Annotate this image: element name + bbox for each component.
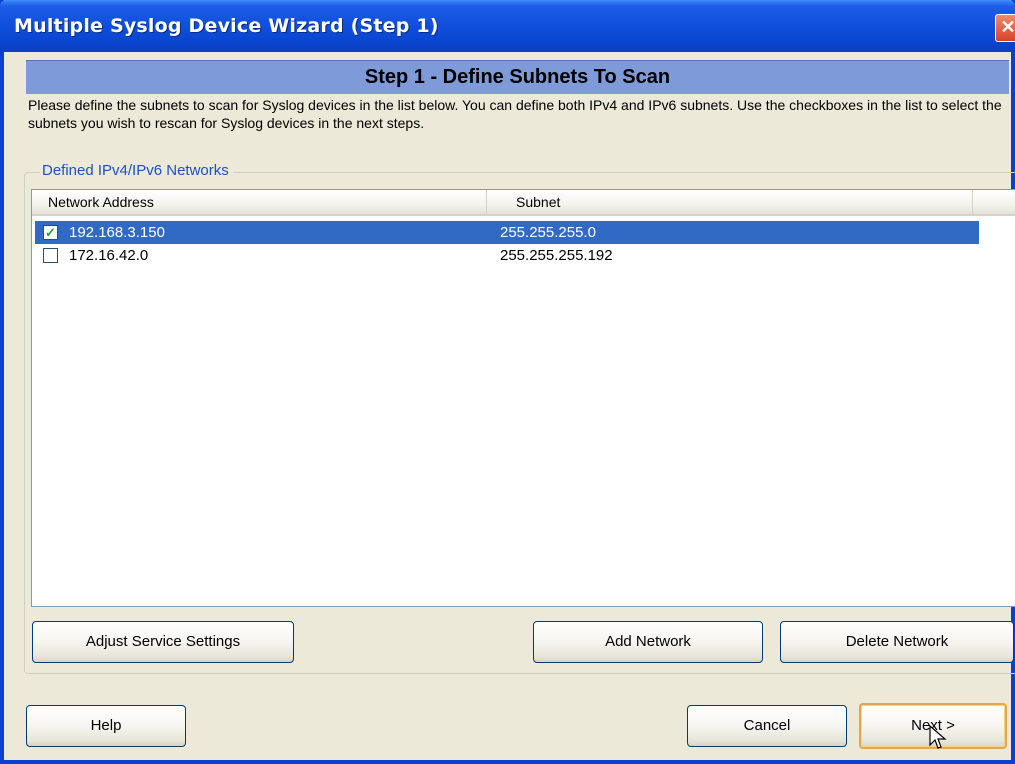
row-checkbox[interactable] — [43, 248, 58, 263]
column-header-subnet[interactable]: Subnet — [487, 190, 973, 214]
column-header-network-address[interactable]: Network Address — [32, 190, 487, 214]
list-header: Network Address Subnet — [32, 190, 1015, 216]
cancel-button[interactable]: Cancel — [687, 705, 847, 747]
title-bar[interactable]: Multiple Syslog Device Wizard (Step 1) ✕ — [0, 0, 1015, 52]
network-row[interactable]: 172.16.42.0 255.255.255.192 — [35, 244, 979, 267]
networks-list[interactable]: Network Address Subnet ✓ 192.168.3.150 2… — [31, 189, 1015, 607]
step-banner: Step 1 - Define Subnets To Scan — [26, 60, 1009, 94]
add-network-button[interactable]: Add Network — [533, 621, 763, 663]
help-button[interactable]: Help — [26, 705, 186, 747]
step-title: Step 1 - Define Subnets To Scan — [364, 66, 671, 88]
row-checkbox[interactable]: ✓ — [43, 225, 58, 240]
networks-group-legend: Defined IPv4/IPv6 Networks — [40, 162, 233, 180]
instructions-text: Please define the subnets to scan for Sy… — [28, 97, 1002, 131]
adjust-service-settings-button[interactable]: Adjust Service Settings — [32, 621, 294, 663]
network-address-cell: 172.16.42.0 — [69, 247, 149, 264]
network-address-cell: 192.168.3.150 — [69, 224, 165, 241]
network-row[interactable]: ✓ 192.168.3.150 255.255.255.0 — [35, 221, 979, 244]
subnet-cell: 255.255.255.0 — [500, 224, 596, 241]
mouse-pointer-icon — [929, 725, 947, 749]
delete-network-button[interactable]: Delete Network — [780, 621, 1014, 663]
window-title: Multiple Syslog Device Wizard (Step 1) — [14, 15, 439, 37]
wizard-window: Multiple Syslog Device Wizard (Step 1) ✕… — [0, 0, 1015, 764]
subnet-cell: 255.255.255.192 — [500, 247, 613, 264]
close-icon[interactable]: ✕ — [995, 14, 1015, 42]
